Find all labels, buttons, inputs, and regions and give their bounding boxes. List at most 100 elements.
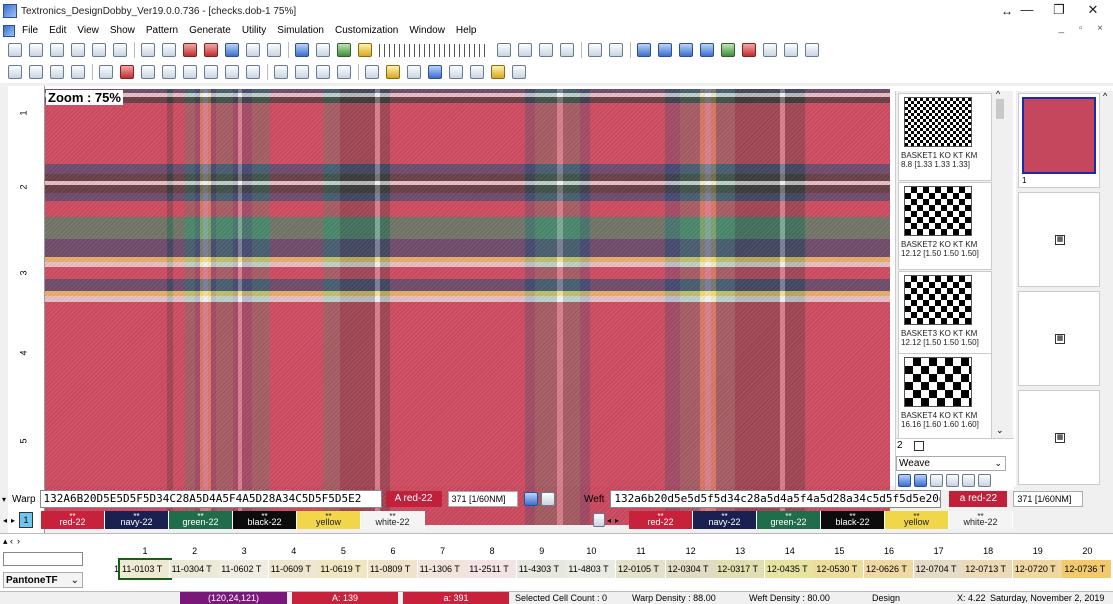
vertical-scrollbar[interactable] (0, 86, 8, 541)
close-button[interactable]: ✕ (1078, 2, 1108, 18)
undo-step-icon[interactable] (274, 65, 288, 79)
pantone-search-input[interactable] (3, 552, 83, 566)
minimize-button[interactable]: — (1012, 2, 1042, 17)
swatch-slot[interactable]: ▦ (1018, 291, 1100, 386)
menu-customization[interactable]: Customization (334, 25, 399, 36)
zoom-in-icon[interactable] (898, 474, 911, 487)
dots-grid-icon[interactable] (512, 65, 526, 79)
swatch-slot[interactable]: 1 (1018, 93, 1100, 188)
warp-selected-color[interactable]: A red-22 (385, 491, 442, 507)
warp-dropdown-icon[interactable]: ▾ (2, 495, 12, 504)
scroll-left-icon[interactable]: ▴ ‹ (3, 536, 13, 547)
swatch-slot[interactable]: ▦ (1018, 192, 1100, 287)
swatch-scrollbar[interactable]: ^ (1102, 91, 1113, 491)
scroll-up-icon[interactable]: ^ (996, 89, 1000, 99)
scroll-right-icon[interactable]: › (17, 536, 20, 547)
warp-color-chip[interactable]: white-22 (361, 506, 425, 529)
prev-color-icon[interactable]: ◂ (3, 516, 11, 525)
weave-card[interactable]: BASKET3 KO KT KM 12.12 [1.50 1.50 1.50] (898, 271, 992, 359)
warp-index-box[interactable]: 1 (19, 512, 33, 528)
delete-icon[interactable] (742, 43, 756, 57)
weave-tool-1-icon[interactable] (141, 43, 155, 57)
grid-tool-icon[interactable] (225, 43, 239, 57)
warp-weft-link-icon[interactable] (523, 492, 538, 506)
pantone-cell[interactable]: 12-0704 T (913, 560, 964, 578)
weave-dropdown[interactable]: Weave ⌄ (896, 456, 1006, 471)
pantone-cell[interactable]: 12-0435 T (764, 560, 815, 578)
image-icon[interactable] (560, 43, 574, 57)
pantone-cell[interactable]: 12-0736 T (1062, 560, 1113, 578)
pantone-cell[interactable]: 11-0304 T (169, 560, 220, 578)
pantone-cell[interactable]: 11-2511 T (467, 560, 518, 578)
document-icon[interactable] (3, 24, 15, 37)
open-file-icon[interactable] (29, 43, 43, 57)
pen-icon[interactable] (539, 43, 553, 57)
palette-icon[interactable] (358, 43, 372, 57)
pantone-cell[interactable]: 12-0626 T (864, 560, 914, 578)
weave-copy-icon[interactable] (946, 474, 959, 487)
menu-file[interactable]: File (21, 25, 39, 36)
warp-color-chip[interactable]: black-22 (233, 506, 297, 529)
rotate-ccw-icon[interactable] (337, 65, 351, 79)
weave-tool-2-icon[interactable] (162, 43, 176, 57)
pantone-cell[interactable]: 12-0530 T (814, 560, 865, 578)
mirror-h-icon[interactable] (141, 65, 155, 79)
curve-icon[interactable] (71, 65, 85, 79)
new-file-icon[interactable] (8, 43, 22, 57)
weave-paste-icon[interactable] (962, 474, 975, 487)
import-icon[interactable] (784, 43, 798, 57)
swap-arrows-icon[interactable] (540, 492, 555, 506)
pantone-cell[interactable]: 12-0720 T (1012, 560, 1063, 578)
scroll-up-icon[interactable]: ^ (1103, 91, 1107, 101)
print-icon[interactable] (71, 43, 85, 57)
home-icon[interactable] (204, 65, 218, 79)
layer-tool-icon[interactable] (267, 43, 281, 57)
weft-swap-icon[interactable] (593, 513, 605, 527)
rotate-cw-icon[interactable] (316, 65, 330, 79)
scroll-down-icon[interactable]: ⌄ (996, 425, 1004, 436)
arrow-up-icon[interactable] (679, 43, 693, 57)
preview-icon[interactable] (337, 43, 351, 57)
arrow-down-icon[interactable] (700, 43, 714, 57)
weft-color-chip[interactable]: black-22 (821, 506, 885, 529)
menu-view[interactable]: View (76, 25, 100, 36)
pantone-cell[interactable]: 11-0619 T (318, 560, 369, 578)
cross-icon[interactable] (120, 65, 134, 79)
fabric-simulation[interactable] (45, 89, 890, 525)
restore-button[interactable]: ❐ (1044, 2, 1074, 18)
menu-utility[interactable]: Utility (241, 25, 267, 36)
pantone-cell[interactable]: 12-0304 T (665, 560, 716, 578)
filter-icon[interactable] (497, 43, 511, 57)
warp-color-chip[interactable]: green-22 (169, 506, 233, 529)
weave-save-icon[interactable] (978, 474, 991, 487)
warp-color-chip[interactable]: red-22 (41, 506, 105, 529)
frame-tool-icon[interactable] (246, 43, 260, 57)
undo-icon[interactable] (92, 43, 106, 57)
pantone-cell[interactable]: 11-4803 T (566, 560, 617, 578)
weft-selected-color[interactable]: a red-22 (949, 491, 1008, 507)
paste-icon[interactable] (609, 43, 623, 57)
save-icon[interactable] (50, 43, 64, 57)
chart-icon[interactable] (721, 43, 735, 57)
mdi-controls[interactable]: _ ▫ × (1058, 23, 1109, 34)
info-icon[interactable] (295, 43, 309, 57)
pantone-cell[interactable]: 12-0317 T (715, 560, 766, 578)
menu-help[interactable]: Help (455, 25, 478, 36)
table-icon[interactable] (316, 43, 330, 57)
menu-edit[interactable]: Edit (48, 25, 67, 36)
redo-step-icon[interactable] (295, 65, 309, 79)
menu-show[interactable]: Show (109, 25, 136, 36)
magic-icon[interactable] (386, 65, 400, 79)
pantone-cell[interactable]: 11-0809 T (368, 560, 418, 578)
weave-card[interactable]: BASKET1 KO KT KM 8.8 [1.33 1.33 1.33] (898, 93, 992, 181)
select-arrow-icon[interactable] (8, 65, 22, 79)
pantone-cell[interactable]: 11-0609 T (268, 560, 319, 578)
pantone-cell[interactable]: 11-4303 T (516, 560, 567, 578)
next-color-icon[interactable]: ▸ (11, 516, 19, 525)
copy-icon[interactable] (588, 43, 602, 57)
pantone-cell[interactable]: 12-0713 T (963, 560, 1014, 578)
redo-icon[interactable] (113, 43, 127, 57)
menu-pattern[interactable]: Pattern (145, 25, 179, 36)
prev-color-icon[interactable]: ◂ (607, 516, 615, 525)
mirror-v-icon[interactable] (162, 65, 176, 79)
